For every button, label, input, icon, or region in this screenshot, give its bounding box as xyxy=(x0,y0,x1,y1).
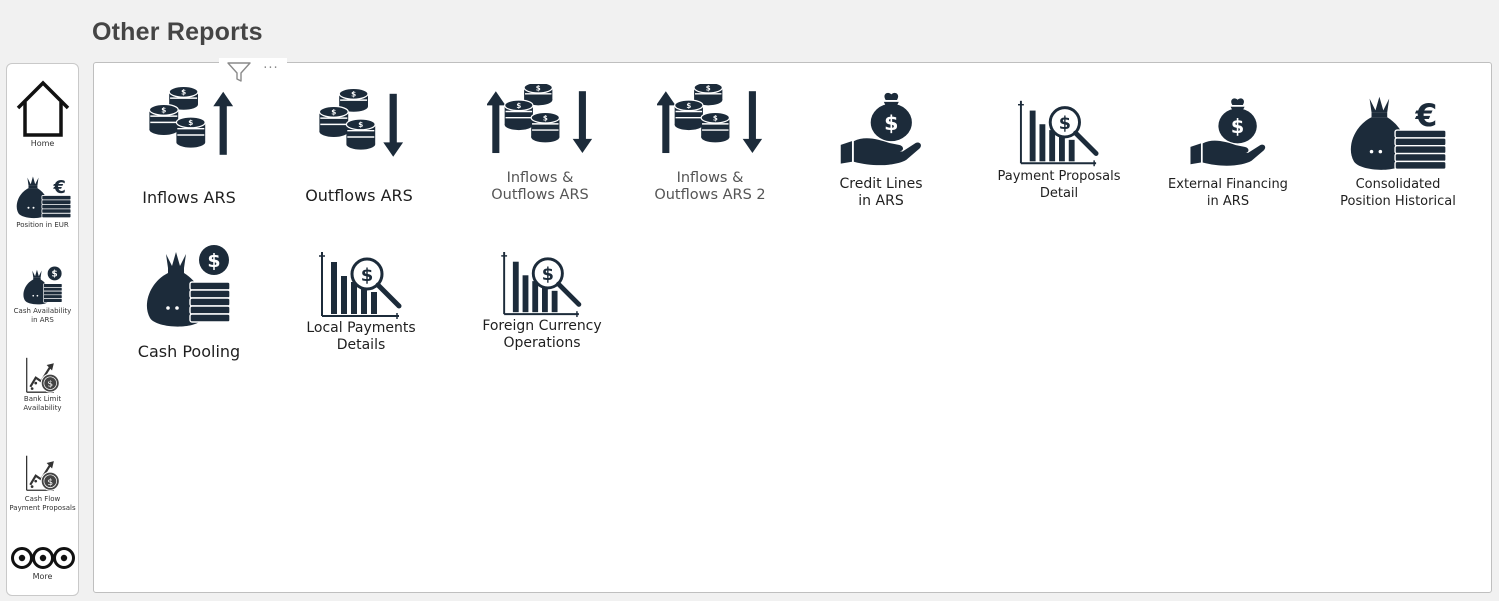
report-tile-inflows-ars[interactable]: Inflows ARS xyxy=(128,84,250,208)
sidebar-item-label: Cash Availability in ARS xyxy=(13,307,72,324)
report-tile-outflows-ars[interactable]: Outflows ARS xyxy=(298,86,420,206)
page-title: Other Reports xyxy=(92,18,263,46)
report-tile-label: Local Payments Details xyxy=(306,320,416,353)
money-bag-euro-icon xyxy=(15,176,71,219)
sidebar-item-cash-availability[interactable]: Cash Availability in ARS xyxy=(7,266,78,325)
coins-arrows-both-icon xyxy=(487,84,593,154)
sidebar-nav: Home Position in EUR Cash Availability i… xyxy=(6,63,79,596)
filter-button[interactable] xyxy=(227,61,251,83)
coins-arrow-down-icon xyxy=(314,86,404,157)
money-bag-dollar-icon xyxy=(22,266,62,305)
chart-magnifier-dollar-icon xyxy=(319,252,403,320)
report-tile-payment-proposals-detail[interactable]: Payment Proposals Detail xyxy=(994,100,1124,202)
report-tile-credit-lines-ars[interactable]: Credit Lines in ARS xyxy=(826,86,936,210)
report-tile-consolidated-position-historical[interactable]: Consolidated Position Historical xyxy=(1336,88,1460,210)
sidebar-item-label: More xyxy=(32,572,53,581)
report-tile-external-financing-ars[interactable]: External Financing in ARS xyxy=(1166,92,1290,210)
sidebar-item-bank-limit[interactable]: Bank Limit Availability xyxy=(7,356,78,413)
report-tile-label: Cash Pooling xyxy=(137,342,241,361)
report-tile-inflows-outflows-ars-2[interactable]: Inflows & Outflows ARS 2 xyxy=(644,84,776,204)
report-tile-local-payments-details[interactable]: Local Payments Details xyxy=(304,252,418,354)
report-tile-label: Credit Lines in ARS xyxy=(839,176,923,209)
report-tile-label: Outflows ARS xyxy=(305,186,413,205)
money-bag-dollar-icon xyxy=(146,244,231,328)
more-circles-icon xyxy=(10,547,75,569)
sidebar-item-home[interactable]: Home xyxy=(7,80,78,148)
sidebar-item-label: Position in EUR xyxy=(16,221,69,229)
hand-money-bag-icon xyxy=(840,92,921,166)
sidebar-item-label: Bank Limit Availability xyxy=(23,395,62,412)
sidebar-item-cash-flow[interactable]: Cash Flow Payment Proposals xyxy=(7,452,78,513)
report-tile-label: Payment Proposals Detail xyxy=(997,169,1121,201)
growth-chart-dollar-icon xyxy=(25,356,60,394)
coins-arrows-both-icon xyxy=(657,84,763,154)
growth-chart-dollar-icon xyxy=(25,454,60,492)
report-tile-foreign-currency-operations[interactable]: Foreign Currency Operations xyxy=(480,252,604,352)
visual-header: ··· xyxy=(219,58,287,86)
sidebar-item-label: Home xyxy=(30,139,55,148)
report-tile-label: Inflows ARS xyxy=(142,188,236,207)
more-options-button[interactable]: ··· xyxy=(263,62,278,76)
hand-money-bag-icon xyxy=(1190,98,1266,166)
report-tile-label: Consolidated Position Historical xyxy=(1340,177,1456,209)
sidebar-item-more[interactable]: More xyxy=(7,545,78,581)
home-icon xyxy=(16,80,69,137)
money-bag-euro-icon xyxy=(1350,96,1447,171)
coins-arrow-up-icon xyxy=(144,84,234,155)
sidebar-item-position-eur[interactable]: Position in EUR xyxy=(7,172,78,230)
report-tile-cash-pooling[interactable]: Cash Pooling xyxy=(134,242,244,362)
sidebar-item-label: Cash Flow Payment Proposals xyxy=(9,495,76,512)
report-tile-label: Inflows & Outflows ARS 2 xyxy=(654,170,766,203)
report-tile-inflows-outflows-ars[interactable]: Inflows & Outflows ARS xyxy=(474,84,606,204)
report-tile-label: Inflows & Outflows ARS xyxy=(491,170,589,203)
filter-icon xyxy=(227,62,251,82)
report-tile-label: Foreign Currency Operations xyxy=(482,318,602,351)
chart-magnifier-dollar-icon xyxy=(501,252,583,318)
chart-magnifier-dollar-icon xyxy=(1018,100,1100,168)
report-tile-label: External Financing in ARS xyxy=(1168,177,1288,209)
